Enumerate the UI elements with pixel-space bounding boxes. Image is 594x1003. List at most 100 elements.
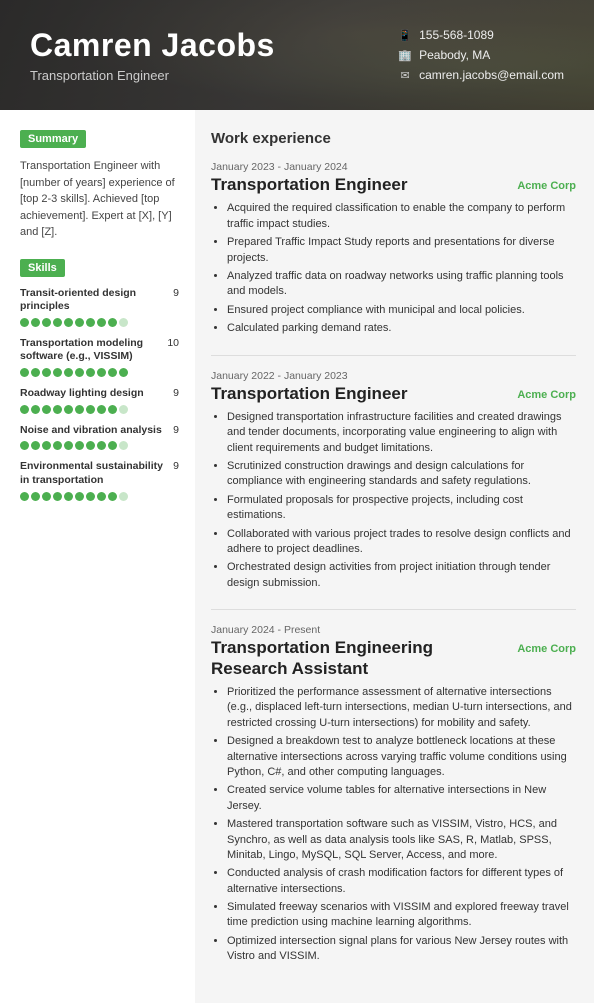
- job-bullets: Designed transportation infrastructure f…: [211, 410, 576, 591]
- email-contact: ✉ camren.jacobs@email.com: [398, 68, 564, 82]
- job-title-row: Transportation EngineerAcme Corp: [211, 175, 576, 195]
- phone-value: 155-568-1089: [419, 28, 494, 42]
- skill-dot: [119, 492, 128, 501]
- skill-name: Environmental sustainability in transpor…: [20, 460, 169, 487]
- job-date: January 2022 - January 2023: [211, 370, 576, 382]
- skill-header: Transportation modeling software (e.g., …: [20, 337, 179, 364]
- job-date: January 2024 - Present: [211, 624, 576, 636]
- skill-dot: [42, 492, 51, 501]
- job-bullet: Scrutinized construction drawings and de…: [227, 459, 576, 490]
- skill-dot: [108, 318, 117, 327]
- skill-dot: [86, 368, 95, 377]
- email-value: camren.jacobs@email.com: [419, 68, 564, 82]
- work-section-title: Work experience: [211, 130, 576, 147]
- skill-dot: [42, 441, 51, 450]
- skill-dots: [20, 368, 179, 377]
- skills-list: Transit-oriented design principles9Trans…: [20, 287, 179, 501]
- skill-header: Transit-oriented design principles9: [20, 287, 179, 314]
- skill-dot: [64, 368, 73, 377]
- skill-dot: [53, 492, 62, 501]
- skill-dot: [75, 368, 84, 377]
- job-bullets: Acquired the required classification to …: [211, 201, 576, 336]
- skill-dot: [20, 318, 29, 327]
- skill-dot: [86, 492, 95, 501]
- jobs-list: January 2023 - January 2024 Transportatio…: [211, 161, 576, 965]
- skill-dot: [108, 405, 117, 414]
- summary-badge: Summary: [20, 130, 86, 148]
- job-bullets: Prioritized the performance assessment o…: [211, 685, 576, 965]
- location-value: Peabody, MA: [419, 48, 490, 62]
- skill-dot: [75, 492, 84, 501]
- job-bullet: Simulated freeway scenarios with VISSIM …: [227, 900, 576, 931]
- skill-dot: [42, 368, 51, 377]
- job-bullet: Calculated parking demand rates.: [227, 321, 576, 336]
- right-column: Work experience January 2023 - January 2…: [195, 110, 594, 1003]
- skill-dot: [97, 318, 106, 327]
- skill-dot: [108, 441, 117, 450]
- skill-dot: [97, 405, 106, 414]
- skill-item: Noise and vibration analysis 9: [20, 424, 179, 451]
- skill-dot: [86, 405, 95, 414]
- candidate-name: Camren Jacobs: [30, 27, 398, 64]
- skill-item: Transportation modeling software (e.g., …: [20, 337, 179, 377]
- skill-dot: [53, 368, 62, 377]
- header-left: Camren Jacobs Transportation Engineer: [30, 27, 398, 83]
- job-date: January 2023 - January 2024: [211, 161, 576, 173]
- skill-header: Noise and vibration analysis 9: [20, 424, 179, 438]
- skill-score: 10: [167, 337, 179, 349]
- phone-contact: 📱 155-568-1089: [398, 28, 564, 42]
- candidate-title: Transportation Engineer: [30, 68, 398, 83]
- skill-dot: [86, 441, 95, 450]
- skill-dot: [53, 441, 62, 450]
- job-bullet: Designed a breakdown test to analyze bot…: [227, 734, 576, 780]
- skill-dots: [20, 441, 179, 450]
- skill-item: Environmental sustainability in transpor…: [20, 460, 179, 500]
- skill-dot: [20, 441, 29, 450]
- skill-dot: [20, 405, 29, 414]
- job-bullet: Ensured project compliance with municipa…: [227, 303, 576, 318]
- skill-dot: [31, 368, 40, 377]
- skill-item: Roadway lighting design9: [20, 387, 179, 414]
- skill-dot: [64, 318, 73, 327]
- skill-dot: [64, 492, 73, 501]
- main-content: Summary Transportation Engineer with [nu…: [0, 110, 594, 1003]
- skill-dot: [97, 368, 106, 377]
- skills-section: Skills Transit-oriented design principle…: [20, 259, 179, 501]
- skill-score: 9: [173, 424, 179, 436]
- job-bullet: Conducted analysis of crash modification…: [227, 866, 576, 897]
- skill-dot: [31, 405, 40, 414]
- skill-dot: [20, 368, 29, 377]
- job-entry: January 2022 - January 2023Transportatio…: [211, 370, 576, 592]
- job-bullet: Orchestrated design activities from proj…: [227, 560, 576, 591]
- skill-dot: [53, 405, 62, 414]
- email-icon: ✉: [398, 68, 412, 82]
- job-bullet: Analyzed traffic data on roadway network…: [227, 269, 576, 300]
- phone-icon: 📱: [398, 28, 412, 42]
- summary-text: Transportation Engineer with [number of …: [20, 158, 179, 241]
- header: Camren Jacobs Transportation Engineer 📱 …: [0, 0, 594, 110]
- skill-dot: [119, 405, 128, 414]
- skill-dot: [119, 318, 128, 327]
- skill-dots: [20, 492, 179, 501]
- job-bullet: Mastered transportation software such as…: [227, 817, 576, 863]
- skill-score: 9: [173, 387, 179, 399]
- skill-name: Transit-oriented design principles: [20, 287, 169, 314]
- skill-dots: [20, 405, 179, 414]
- skill-dot: [108, 368, 117, 377]
- job-bullet: Prepared Traffic Impact Study reports an…: [227, 235, 576, 266]
- job-bullet: Formulated proposals for prospective pro…: [227, 493, 576, 524]
- skills-badge: Skills: [20, 259, 65, 277]
- job-bullet: Created service volume tables for altern…: [227, 783, 576, 814]
- location-icon: 🏢: [398, 48, 412, 62]
- location-contact: 🏢 Peabody, MA: [398, 48, 564, 62]
- skill-dot: [64, 405, 73, 414]
- skill-dot: [119, 368, 128, 377]
- summary-section: Summary Transportation Engineer with [nu…: [20, 130, 179, 241]
- left-column: Summary Transportation Engineer with [nu…: [0, 110, 195, 1003]
- job-divider: [211, 355, 576, 356]
- job-divider: [211, 609, 576, 610]
- job-title: Transportation EngineeringResearch Assis…: [211, 638, 433, 679]
- skill-item: Transit-oriented design principles9: [20, 287, 179, 327]
- skill-header: Roadway lighting design9: [20, 387, 179, 401]
- skill-name: Noise and vibration analysis: [20, 424, 169, 438]
